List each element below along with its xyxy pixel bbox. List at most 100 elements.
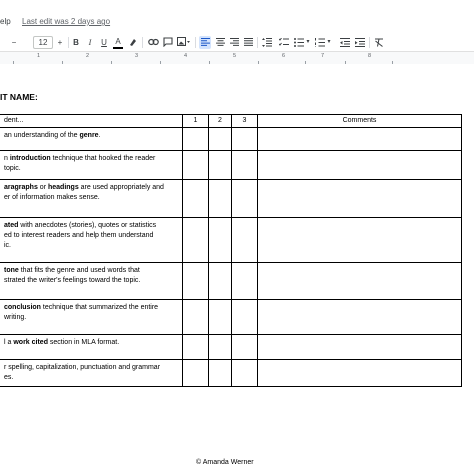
toolbar-divider bbox=[142, 37, 143, 48]
criterion-text: technique that summarized the entire bbox=[40, 304, 159, 311]
score-2-cell[interactable] bbox=[208, 217, 232, 263]
criterion-cell[interactable]: conclusion technique that summarized the… bbox=[0, 299, 183, 335]
menu-bar: elp Last edit was 2 days ago bbox=[0, 0, 474, 34]
criterion-text: writing. bbox=[4, 314, 27, 321]
score-1-cell[interactable] bbox=[182, 262, 209, 300]
score-2-cell[interactable] bbox=[208, 150, 232, 180]
table-row: aragraphs or headings are used appropria… bbox=[0, 179, 462, 218]
criterion-cell[interactable]: ated with anecdotes (stories), quotes or… bbox=[0, 217, 183, 263]
criterion-text: technique that hooked the reader bbox=[50, 155, 156, 162]
table-row: l a work cited section in MLA format. bbox=[0, 334, 462, 360]
criterion-text: r spelling, capitalization, punctuation … bbox=[4, 364, 161, 371]
document-title: IT NAME: bbox=[0, 92, 38, 102]
insert-link-icon[interactable] bbox=[147, 34, 159, 51]
table-row: an understanding of the genre. bbox=[0, 127, 462, 151]
score-2-cell[interactable] bbox=[208, 299, 232, 335]
score-2-cell[interactable] bbox=[208, 334, 232, 360]
criterion-text: with anecdotes (stories), quotes or stat… bbox=[18, 222, 157, 229]
ruler-mark: 8 bbox=[368, 53, 372, 59]
ruler-mark: 6 bbox=[282, 53, 286, 59]
comments-cell[interactable] bbox=[257, 334, 462, 360]
clear-formatting-icon[interactable] bbox=[373, 34, 385, 51]
criterion-cell[interactable]: n introduction technique that hooked the… bbox=[0, 150, 183, 180]
toolbar-divider bbox=[195, 37, 196, 48]
score-3-cell[interactable] bbox=[231, 334, 258, 360]
line-spacing-icon[interactable] bbox=[261, 34, 273, 51]
comments-cell[interactable] bbox=[257, 150, 462, 180]
score-3-cell[interactable] bbox=[231, 150, 258, 180]
criterion-text: es. bbox=[4, 374, 14, 381]
score-2-cell[interactable] bbox=[208, 179, 232, 218]
criterion-text: ed to interest readers and help them und… bbox=[4, 232, 154, 239]
score-1-cell[interactable] bbox=[182, 150, 209, 180]
align-right-icon[interactable] bbox=[228, 34, 240, 51]
score-1-cell[interactable] bbox=[182, 179, 209, 218]
comments-cell[interactable] bbox=[257, 359, 462, 387]
ruler-mark: 1 bbox=[37, 53, 41, 59]
score-3-cell[interactable] bbox=[231, 262, 258, 300]
score-1-cell[interactable] bbox=[182, 334, 209, 360]
bulleted-list-icon[interactable] bbox=[293, 34, 305, 51]
score-2-cell[interactable] bbox=[208, 359, 232, 387]
score-3-cell[interactable] bbox=[231, 299, 258, 335]
font-size-decrease-button[interactable]: − bbox=[10, 34, 18, 51]
comments-cell[interactable] bbox=[257, 217, 462, 263]
increase-indent-icon[interactable] bbox=[354, 34, 366, 51]
numbering-options-icon[interactable]: ▾ bbox=[326, 34, 332, 51]
underline-button[interactable]: U bbox=[99, 34, 109, 51]
score-3-cell[interactable] bbox=[231, 179, 258, 218]
score-3-cell[interactable] bbox=[231, 127, 258, 151]
comments-cell[interactable] bbox=[257, 127, 462, 151]
text-color-button[interactable]: A bbox=[113, 34, 123, 49]
comments-cell[interactable] bbox=[257, 299, 462, 335]
toolbar-divider bbox=[68, 37, 69, 48]
criterion-text: er of information makes sense. bbox=[4, 194, 100, 201]
font-size-increase-button[interactable]: + bbox=[56, 34, 64, 51]
comments-cell[interactable] bbox=[257, 262, 462, 300]
score-1-cell[interactable] bbox=[182, 127, 209, 151]
table-row: conclusion technique that summarized the… bbox=[0, 299, 462, 335]
toolbar: − 12 + B I U A ▾ ▾ bbox=[0, 34, 474, 51]
checklist-icon[interactable] bbox=[278, 34, 290, 51]
ruler[interactable]: 1 2 3 4 5 6 7 8 bbox=[0, 51, 474, 65]
criterion-keyword: headings bbox=[47, 184, 79, 191]
score-3-cell[interactable] bbox=[231, 359, 258, 387]
criterion-cell[interactable]: aragraphs or headings are used appropria… bbox=[0, 179, 183, 218]
add-comment-icon[interactable] bbox=[162, 34, 174, 51]
insert-image-icon[interactable] bbox=[176, 34, 190, 51]
table-header-row: dent... 1 2 3 Comments bbox=[0, 114, 462, 128]
score-2-cell[interactable] bbox=[208, 262, 232, 300]
score-1-cell[interactable] bbox=[182, 359, 209, 387]
score-2-cell[interactable] bbox=[208, 127, 232, 151]
highlight-pen-icon[interactable] bbox=[127, 34, 139, 51]
criterion-cell[interactable]: l a work cited section in MLA format. bbox=[0, 334, 183, 360]
criterion-text: an understanding of the bbox=[4, 132, 80, 139]
font-size-input[interactable]: 12 bbox=[33, 36, 53, 49]
rubric-table: dent... 1 2 3 Comments an understanding … bbox=[0, 114, 462, 387]
numbered-list-icon[interactable] bbox=[314, 34, 326, 51]
criterion-cell[interactable]: tone that fits the genre and used words … bbox=[0, 262, 183, 300]
table-row: r spelling, capitalization, punctuation … bbox=[0, 359, 462, 387]
align-center-icon[interactable] bbox=[214, 34, 226, 51]
criterion-text: ic. bbox=[4, 242, 11, 249]
decrease-indent-icon[interactable] bbox=[339, 34, 351, 51]
criterion-text: section in MLA format. bbox=[47, 339, 120, 346]
score-3-cell[interactable] bbox=[231, 217, 258, 263]
last-edit-link[interactable]: Last edit was 2 days ago bbox=[22, 17, 110, 26]
bold-button[interactable]: B bbox=[71, 34, 81, 51]
score-1-cell[interactable] bbox=[182, 217, 209, 263]
criterion-cell[interactable]: r spelling, capitalization, punctuation … bbox=[0, 359, 183, 387]
comments-cell[interactable] bbox=[257, 179, 462, 218]
bullet-options-icon[interactable]: ▾ bbox=[305, 34, 311, 51]
criterion-cell[interactable]: an understanding of the genre. bbox=[0, 127, 183, 151]
comments-header: Comments bbox=[257, 114, 462, 128]
menu-help[interactable]: elp bbox=[0, 17, 11, 26]
criterion-keyword: genre bbox=[79, 132, 99, 139]
criterion-keyword: work cited bbox=[13, 339, 48, 346]
align-left-icon[interactable] bbox=[199, 36, 211, 49]
score-3-header: 3 bbox=[231, 114, 258, 128]
italic-button[interactable]: I bbox=[85, 34, 95, 51]
table-row: n introduction technique that hooked the… bbox=[0, 150, 462, 180]
score-1-cell[interactable] bbox=[182, 299, 209, 335]
align-justify-icon[interactable] bbox=[242, 34, 254, 51]
